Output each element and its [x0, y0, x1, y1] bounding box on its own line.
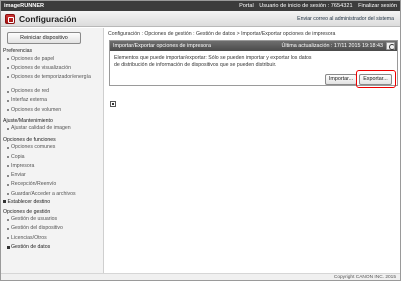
page-title: Configuración	[19, 14, 77, 24]
breadcrumb: Configuración : Opciones de gestión : Ge…	[108, 31, 336, 37]
sidebar-nav: Preferencias Opciones de papel Opciones …	[1, 48, 104, 252]
login-user-text: Usuario de inicio de sesión : 7654321	[259, 3, 353, 9]
footer: Copyright CANON INC. 2015	[1, 273, 400, 280]
refresh-icon[interactable]	[386, 42, 395, 50]
sidebar: Reiniciar dispositivo Preferencias Opcio…	[1, 28, 104, 273]
settings-home-icon	[5, 14, 15, 24]
bullet-icon	[7, 99, 9, 102]
sidebar-item-users[interactable]: Gestión de usuarios	[1, 215, 104, 224]
sidebar-item-volume[interactable]: Opciones de volumen	[1, 106, 104, 115]
bullet-icon	[7, 183, 9, 186]
sidebar-item-image-quality[interactable]: Ajustar calidad de imagen	[1, 124, 104, 133]
sidebar-item-printer[interactable]: Impresora	[1, 162, 104, 171]
bullet-icon	[7, 127, 9, 130]
top-links: Portal Usuario de inicio de sesión : 765…	[235, 1, 397, 11]
sidebar-item-send[interactable]: Enviar	[1, 171, 104, 180]
sidebar-item-display[interactable]: Opciones de visualización	[1, 64, 104, 73]
bullet-icon	[7, 90, 9, 93]
bullet-icon	[7, 156, 9, 159]
main-content: Configuración : Opciones de gestión : Ge…	[105, 28, 400, 273]
sidebar-item-receive[interactable]: Recepción/Reenvío	[1, 180, 104, 189]
bullet-icon	[7, 146, 9, 149]
bullet-icon	[7, 174, 9, 177]
portal-link[interactable]: Portal	[239, 3, 254, 9]
sidebar-item-timer[interactable]: Opciones de temporizador/energía	[1, 73, 104, 87]
reboot-device-button[interactable]: Reiniciar dispositivo	[7, 32, 81, 44]
sidebar-item-interface[interactable]: Interfaz externa	[1, 96, 104, 105]
panel-header: Importar/Exportar opciones de impresora …	[110, 41, 397, 51]
bullet-icon	[7, 75, 9, 78]
bullet-icon	[7, 109, 9, 112]
page-top-icon[interactable]	[110, 101, 116, 107]
sidebar-item-data[interactable]: Gestión de datos	[1, 243, 104, 252]
bullet-icon	[7, 67, 9, 70]
bullet-icon	[7, 218, 9, 221]
import-export-panel: Importar/Exportar opciones de impresora …	[109, 40, 398, 88]
logout-link[interactable]: Finalizar sesión	[358, 3, 397, 9]
panel-description: Elementos que puede importar/exportar: S…	[114, 55, 312, 68]
title-bar: Configuración Enviar correo al administr…	[1, 11, 400, 27]
bullet-icon	[7, 165, 9, 168]
import-button[interactable]: Importar...	[325, 74, 357, 85]
bullet-icon	[7, 227, 9, 230]
panel-title: Importar/Exportar opciones de impresora	[113, 43, 211, 49]
bullet-icon	[7, 246, 10, 249]
sidebar-item-licenses[interactable]: Licencias/Otros	[1, 234, 104, 243]
sidebar-item-copy[interactable]: Copia	[1, 153, 104, 162]
sidebar-item-network[interactable]: Opciones de red	[1, 87, 104, 96]
export-highlight-box	[356, 70, 396, 88]
sidebar-item-device[interactable]: Gestión del dispositivo	[1, 224, 104, 233]
sidebar-item-paper[interactable]: Opciones de papel	[1, 55, 104, 64]
app-window: imageRUNNER Portal Usuario de inicio de …	[0, 0, 401, 281]
top-bar: imageRUNNER Portal Usuario de inicio de …	[1, 1, 400, 11]
bullet-icon	[7, 58, 9, 60]
sidebar-item-store[interactable]: Guardar/Acceder a archivos	[1, 190, 104, 199]
last-update-text: Última actualización : 17/11 2015 19:18:…	[281, 43, 384, 49]
bullet-icon	[7, 237, 9, 240]
expand-icon	[3, 200, 6, 203]
mail-admin-link[interactable]: Enviar correo al administrador del siste…	[297, 14, 394, 24]
brand-logo: imageRUNNER	[4, 3, 45, 9]
bullet-icon	[7, 193, 9, 196]
sidebar-item-common[interactable]: Opciones comunes	[1, 143, 104, 152]
